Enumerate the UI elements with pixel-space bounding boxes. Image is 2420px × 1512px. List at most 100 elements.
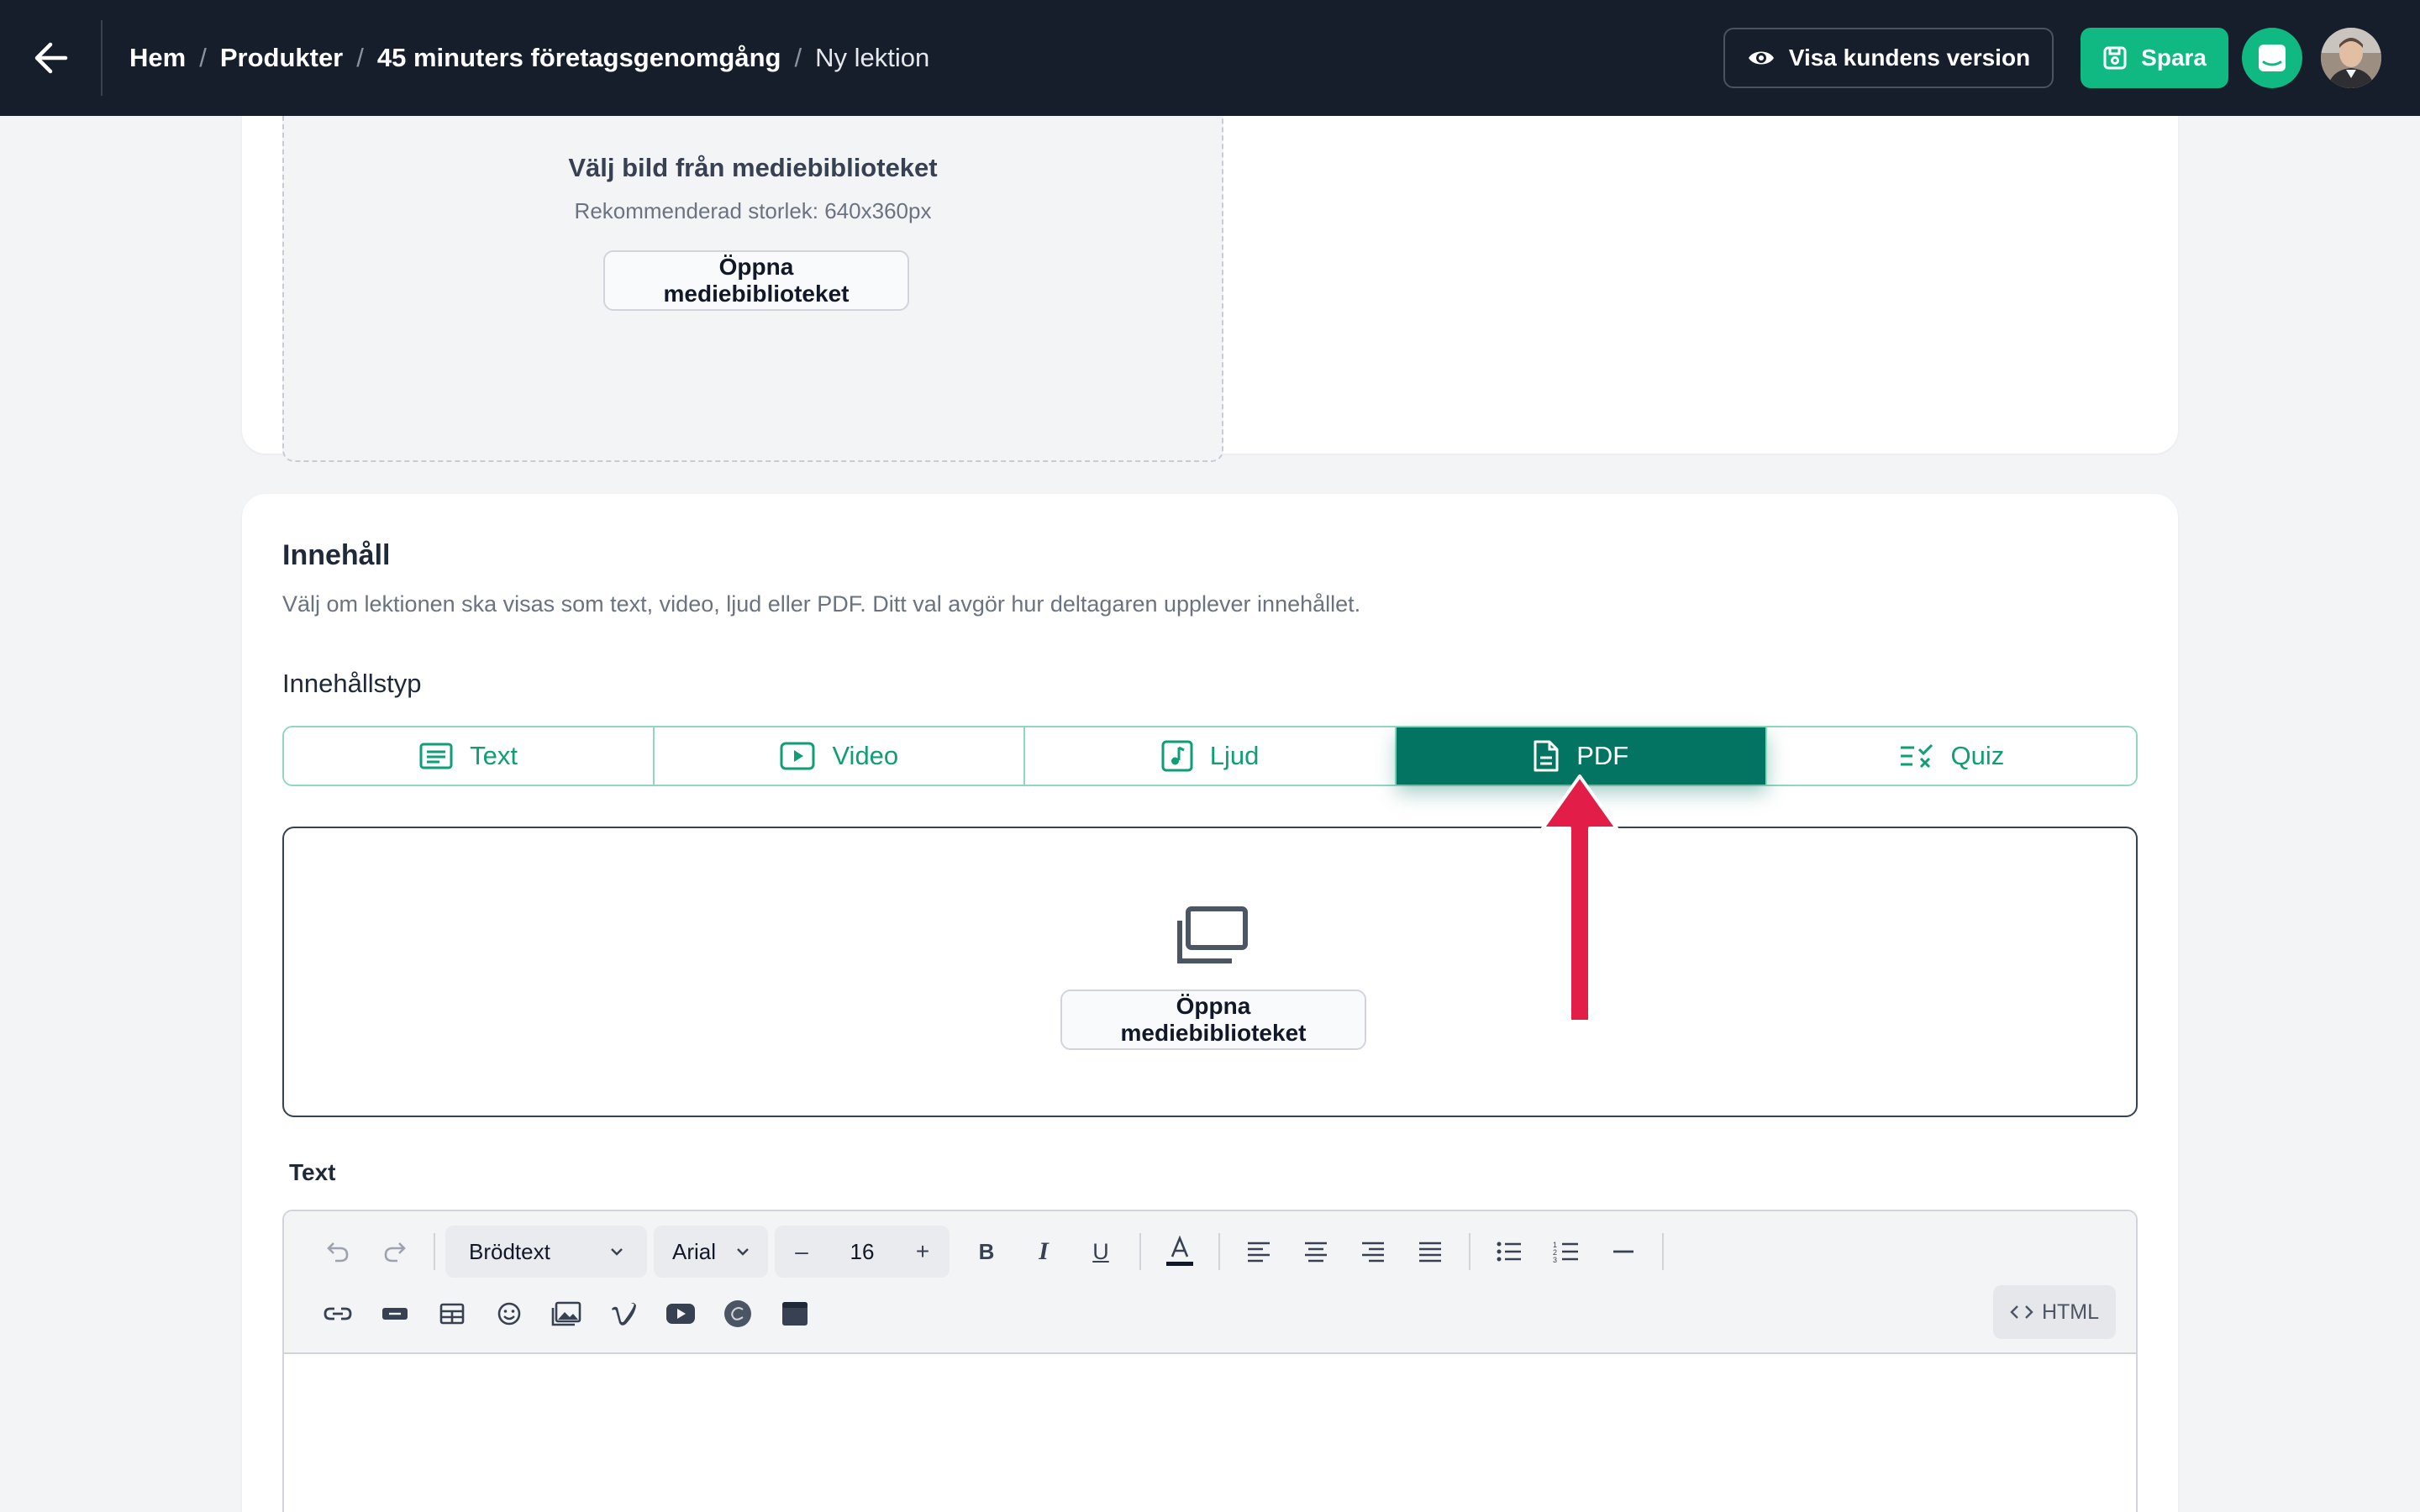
font-family-value: Arial	[672, 1238, 717, 1264]
avatar[interactable]	[2321, 28, 2381, 88]
content-type-tabs: Text Video Ljud PDF Quiz	[282, 726, 2138, 786]
toolbar-divider	[434, 1233, 435, 1270]
text-color-button[interactable]	[1151, 1226, 1208, 1277]
open-media-library-button[interactable]: Öppna mediebiblioteket	[1060, 990, 1366, 1050]
svg-text:3: 3	[1553, 1256, 1557, 1263]
insert-vimeo-button[interactable]	[595, 1289, 652, 1339]
top-bar: Hem / Produkter / 45 minuters företagsge…	[0, 0, 2420, 116]
back-button[interactable]	[0, 20, 103, 96]
breadcrumb-separator: /	[794, 43, 802, 72]
chevron-down-icon	[737, 1248, 749, 1256]
underline-icon: U	[1092, 1238, 1109, 1264]
bullet-list-button[interactable]	[1481, 1226, 1538, 1277]
open-media-library-button[interactable]: Öppna mediebiblioteket	[603, 250, 909, 311]
user-photo-icon	[2321, 28, 2381, 88]
insert-youtube-button[interactable]	[652, 1289, 709, 1339]
tab-text[interactable]: Text	[284, 727, 655, 785]
bold-button[interactable]: B	[958, 1226, 1015, 1277]
font-size-value[interactable]: 16	[829, 1239, 896, 1265]
insert-embed-button[interactable]	[766, 1289, 823, 1339]
embed-icon	[782, 1302, 808, 1326]
undo-button[interactable]	[309, 1226, 366, 1277]
toolbar-row-1: Brödtext Arial – 16 + B I U 1 2 3	[309, 1225, 1674, 1278]
dropzone-title: Välj bild från mediebiblioteket	[568, 153, 938, 182]
tab-audio[interactable]: Ljud	[1025, 727, 1397, 785]
block-format-select[interactable]: Brödtext	[445, 1226, 647, 1278]
breadcrumb: Hem / Produkter / 45 minuters företagsge…	[129, 43, 929, 73]
breadcrumb-current: Ny lektion	[815, 43, 930, 72]
horizontal-rule-button[interactable]	[1595, 1226, 1652, 1277]
align-justify-icon	[1419, 1242, 1441, 1263]
insert-emoji-button[interactable]	[481, 1289, 538, 1339]
arrow-left-icon	[34, 42, 68, 74]
media-library-icon	[1177, 906, 1248, 963]
numbered-list-button[interactable]: 123	[1538, 1226, 1595, 1277]
button-element-icon	[382, 1308, 408, 1320]
align-justify-button[interactable]	[1402, 1226, 1459, 1277]
canva-icon	[724, 1300, 751, 1327]
tab-label: Video	[832, 741, 899, 770]
save-button-label: Spara	[2141, 45, 2207, 71]
emoji-icon	[497, 1302, 521, 1326]
topbar-actions: Visa kundens version Spara	[1723, 28, 2381, 88]
save-button[interactable]: Spara	[2081, 28, 2228, 88]
vimeo-icon	[612, 1302, 636, 1326]
italic-button[interactable]: I	[1015, 1226, 1072, 1277]
toolbar-divider	[1218, 1233, 1220, 1270]
code-icon	[2010, 1305, 2033, 1319]
underline-button[interactable]: U	[1072, 1226, 1129, 1277]
tab-quiz[interactable]: Quiz	[1766, 727, 2137, 785]
section-description: Välj om lektionen ska visas som text, vi…	[282, 591, 1361, 617]
tab-label: PDF	[1576, 741, 1629, 770]
annotation-arrow-up-icon	[1541, 774, 1618, 1023]
html-button-label: HTML	[2041, 1299, 2099, 1324]
image-icon	[551, 1301, 581, 1326]
text-color-icon	[1166, 1235, 1193, 1266]
breadcrumb-products[interactable]: Produkter	[220, 43, 343, 73]
tab-video[interactable]: Video	[655, 727, 1026, 785]
align-right-button[interactable]	[1344, 1226, 1402, 1277]
insert-button-button[interactable]	[366, 1289, 424, 1339]
table-icon	[439, 1303, 465, 1325]
bold-icon: B	[978, 1238, 995, 1264]
italic-icon: I	[1039, 1237, 1049, 1265]
align-left-icon	[1248, 1242, 1270, 1263]
undo-icon	[327, 1242, 349, 1263]
block-format-value: Brödtext	[469, 1238, 550, 1264]
breadcrumb-product[interactable]: 45 minuters företagsgenomgång	[377, 43, 781, 73]
content-type-label: Innehållstyp	[282, 669, 422, 698]
pdf-icon	[1534, 740, 1559, 772]
preview-button[interactable]: Visa kundens version	[1723, 28, 2054, 88]
preview-button-label: Visa kundens version	[1788, 45, 2031, 71]
numbered-list-icon: 123	[1553, 1241, 1578, 1263]
quiz-icon	[1900, 743, 1933, 769]
tab-label: Quiz	[1950, 741, 2005, 770]
font-family-select[interactable]: Arial	[654, 1226, 768, 1278]
redo-button[interactable]	[366, 1226, 424, 1277]
eye-icon	[1748, 51, 1774, 65]
increase-font-size-button[interactable]: +	[896, 1238, 950, 1265]
align-center-button[interactable]	[1287, 1226, 1344, 1277]
image-dropzone[interactable]: Välj bild från mediebiblioteket Rekommen…	[282, 101, 1223, 462]
decrease-font-size-button[interactable]: –	[775, 1238, 829, 1265]
bullet-list-icon	[1497, 1242, 1521, 1262]
chat-button[interactable]	[2242, 28, 2302, 88]
link-icon	[324, 1307, 352, 1320]
align-center-icon	[1305, 1242, 1327, 1263]
insert-canva-button[interactable]	[709, 1289, 766, 1339]
horizontal-rule-icon	[1613, 1250, 1634, 1253]
font-size-stepper: – 16 +	[775, 1226, 950, 1278]
pdf-upload-box[interactable]: Öppna mediebiblioteket	[282, 827, 2138, 1117]
toolbar-divider	[1662, 1233, 1664, 1270]
text-field-label: Text	[289, 1159, 336, 1185]
insert-table-button[interactable]	[424, 1289, 481, 1339]
video-icon	[780, 742, 815, 770]
text-icon	[419, 743, 453, 769]
insert-link-button[interactable]	[309, 1289, 366, 1339]
breadcrumb-home[interactable]: Hem	[129, 43, 186, 73]
align-left-button[interactable]	[1230, 1226, 1287, 1277]
editor-toolbar: Brödtext Arial – 16 + B I U 1 2 3 HTML	[284, 1211, 2136, 1354]
audio-icon	[1161, 740, 1193, 772]
insert-image-button[interactable]	[538, 1289, 595, 1339]
html-source-button[interactable]: HTML	[1992, 1285, 2116, 1339]
